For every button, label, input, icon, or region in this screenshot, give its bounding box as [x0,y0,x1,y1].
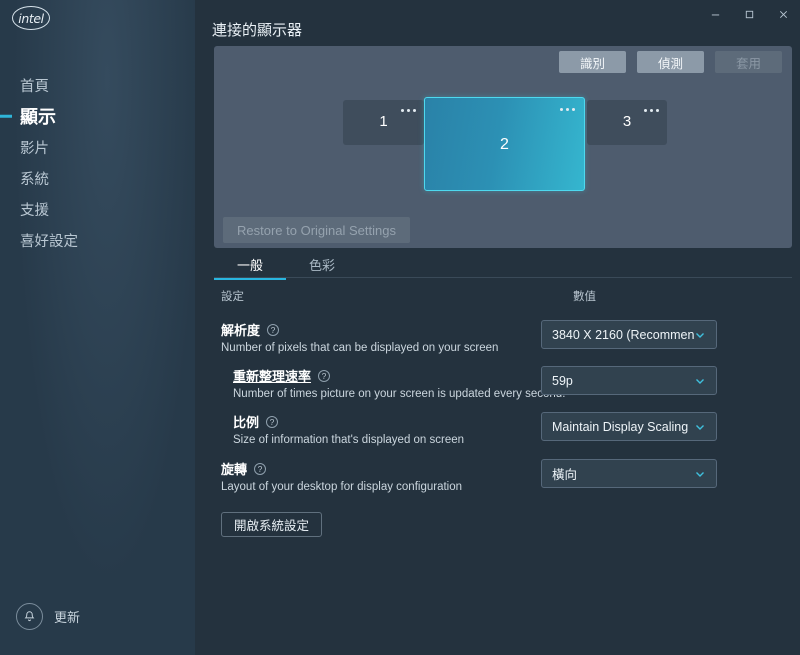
page-title: 連接的顯示器 [212,22,303,39]
update-button[interactable]: 更新 [16,603,80,630]
open-system-settings-button[interactable]: 開啟系統設定 [221,512,323,537]
resolution-dropdown[interactable]: 3840 X 2160 (Recommended) [541,320,717,349]
tab-label: 一般 [236,257,263,273]
chevron-down-icon [694,329,706,341]
monitor-number: 3 [622,113,632,130]
monitor-number: 2 [500,136,509,153]
bell-icon [16,603,43,630]
sidebar-item-label: 首頁 [20,78,49,95]
rotation-dropdown[interactable]: 橫向 [541,459,717,488]
active-marker [0,114,12,118]
sidebar-item-preferences[interactable]: 喜好設定 [0,225,195,255]
sidebar-nav: 首頁 顯示 影片 系統 支援 喜好設定 [0,70,195,256]
monitor-tile-3[interactable]: 3 [587,100,667,145]
close-icon[interactable] [766,0,800,28]
maximize-icon[interactable] [732,0,766,28]
sidebar-item-label: 系統 [20,171,49,188]
chevron-down-icon [694,468,706,480]
help-icon[interactable]: ? [318,369,331,382]
monitor-number: 1 [379,113,388,130]
chevron-down-icon [694,421,706,433]
setting-label: 重新整理速率 [233,369,312,384]
scale-value: Maintain Display Scaling [552,419,689,434]
sidebar-item-label: 支援 [20,202,49,219]
column-header-value: 數值 [573,291,596,303]
setting-label: 比例 [233,415,260,430]
tab-label: 色彩 [308,257,335,273]
setting-label: 旋轉 [221,462,248,477]
sidebar-item-label: 影片 [20,140,49,157]
settings-tabs: 一般 色彩 [214,250,792,280]
monitor-options-icon[interactable] [401,109,416,112]
chevron-down-icon [694,375,706,387]
help-icon[interactable]: ? [266,415,279,428]
refresh-rate-dropdown[interactable]: 59p [541,366,717,395]
sidebar-item-home[interactable]: 首頁 [0,70,195,100]
scale-dropdown[interactable]: Maintain Display Scaling [541,412,717,441]
sidebar-item-video[interactable]: 影片 [0,132,195,162]
sidebar-item-system[interactable]: 系統 [0,163,195,193]
restore-original-settings-button: Restore to Original Settings [223,217,410,243]
intel-logo: intel [12,6,50,30]
sidebar-item-display[interactable]: 顯示 [0,101,195,131]
monitor-options-icon[interactable] [560,108,575,111]
sidebar-item-label: 顯示 [20,107,56,127]
resolution-value: 3840 X 2160 (Recommended) [552,327,694,342]
sidebar-item-label: 喜好設定 [20,233,78,250]
column-header-setting: 設定 [221,291,244,303]
window-controls [698,0,800,28]
setting-label: 解析度 [221,323,261,338]
tab-general[interactable]: 一般 [214,250,286,280]
update-label: 更新 [54,610,81,625]
minimize-icon[interactable] [698,0,732,28]
monitor-tile-1[interactable]: 1 [343,100,424,145]
tab-color[interactable]: 色彩 [286,250,358,278]
intel-graphics-command-center: intel 首頁 顯示 影片 系統 支援 喜好設定 更新 連接的顯示器 識別 偵… [0,0,800,655]
help-icon[interactable]: ? [254,462,267,475]
monitor-tile-2[interactable]: 2 [424,97,585,191]
rotation-value: 橫向 [552,468,578,482]
refresh-rate-value: 59p [552,373,573,388]
monitor-options-icon[interactable] [644,109,659,112]
tab-divider [214,277,792,278]
help-icon[interactable]: ? [267,323,280,336]
sidebar: intel 首頁 顯示 影片 系統 支援 喜好設定 更新 [0,0,195,655]
sidebar-item-support[interactable]: 支援 [0,194,195,224]
connected-displays-panel: 識別 偵測 套用 1 2 3 Restore to Original Setti… [214,46,792,248]
